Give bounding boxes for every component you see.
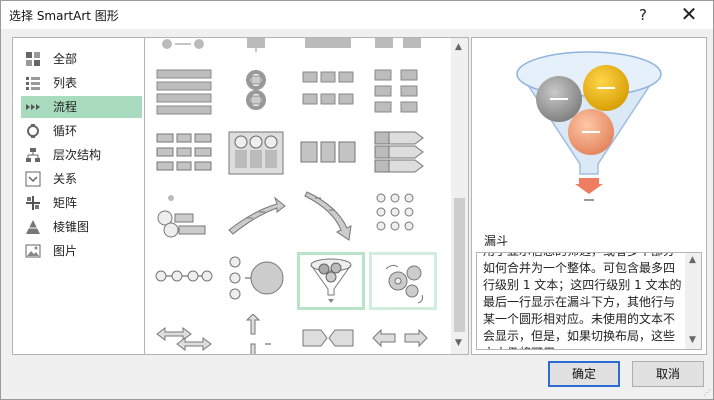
category-label: 层次结构	[53, 148, 102, 162]
picture-icon	[25, 244, 41, 258]
process-icon	[26, 104, 40, 110]
ok-button[interactable]: 确定	[548, 361, 620, 387]
funnel-preview-graphic	[516, 51, 662, 201]
layout-thumb[interactable]	[369, 128, 437, 186]
cycle-icon	[27, 124, 39, 138]
layout-thumb[interactable]	[369, 314, 437, 354]
category-list: 全部 列表 流程 循环 层次结构 关系 矩阵 棱锥图 图片	[12, 37, 145, 355]
matrix-icon	[26, 196, 40, 210]
category-item-list[interactable]: 列表	[21, 72, 142, 94]
smartart-dialog: 选择 SmartArt 图形 ? ✕ 全部 列表 流程 循环 层次结构 关系 矩…	[0, 0, 714, 400]
scrollbar-thumb[interactable]	[454, 198, 465, 332]
layout-thumb[interactable]	[369, 190, 437, 248]
pyramid-icon	[26, 220, 40, 234]
category-label: 循环	[53, 124, 78, 138]
category-label: 图片	[53, 244, 78, 258]
layout-grid	[145, 38, 451, 354]
layout-thumb-funnel-selected[interactable]	[297, 252, 365, 310]
category-label: 矩阵	[53, 196, 78, 210]
cancel-button[interactable]: 取消	[632, 361, 704, 387]
category-item-all[interactable]: 全部	[21, 48, 142, 70]
layout-thumb[interactable]	[297, 128, 365, 186]
category-item-process[interactable]: 流程	[21, 96, 142, 118]
layout-thumb[interactable]	[225, 66, 293, 124]
category-label: 棱锥图	[53, 220, 90, 234]
scroll-down-arrow-icon[interactable]: ▼	[455, 338, 462, 348]
layout-thumb[interactable]	[369, 38, 437, 58]
layout-thumb[interactable]	[297, 66, 365, 124]
resize-grip-icon[interactable]: ⋰	[703, 388, 711, 397]
hierarchy-icon	[26, 148, 40, 162]
layout-thumb[interactable]	[153, 38, 221, 58]
category-label: 全部	[53, 52, 78, 66]
category-item-relationship[interactable]: 关系	[21, 168, 142, 190]
category-item-picture[interactable]: 图片	[21, 240, 142, 262]
layout-thumb[interactable]	[297, 314, 365, 354]
layout-thumb[interactable]	[225, 190, 293, 248]
description-text: 用于显示信息的筛选，或者多个部分如何合并为一个整体。可包含最多四行级别 1 文本…	[483, 253, 682, 349]
category-item-matrix[interactable]: 矩阵	[21, 192, 142, 214]
category-item-hierarchy[interactable]: 层次结构	[21, 144, 142, 166]
category-item-pyramid[interactable]: 棱锥图	[21, 216, 142, 238]
layout-thumb[interactable]	[297, 38, 365, 58]
gallery-scrollbar[interactable]: ▲ ▼	[451, 38, 468, 354]
category-label: 关系	[53, 172, 78, 186]
dialog-title: 选择 SmartArt 图形	[9, 9, 119, 23]
category-label: 列表	[53, 76, 78, 90]
preview-title: 漏斗	[484, 234, 509, 248]
layout-thumb[interactable]	[297, 190, 365, 248]
scroll-up-arrow-icon[interactable]: ▲	[689, 255, 696, 265]
description-scrollbar[interactable]: ▲ ▼	[685, 253, 701, 349]
title-bar: 选择 SmartArt 图形 ? ✕	[1, 1, 713, 29]
layout-gallery: ▲ ▼	[144, 37, 469, 355]
scroll-up-arrow-icon[interactable]: ▲	[455, 42, 462, 52]
layout-thumb[interactable]	[225, 252, 293, 310]
layout-thumb[interactable]	[225, 38, 293, 58]
preview-panel: 漏斗 用于显示信息的筛选，或者多个部分如何合并为一个整体。可包含最多四行级别 1…	[471, 37, 707, 355]
relationship-icon	[25, 171, 41, 187]
all-grid-icon	[26, 52, 40, 66]
close-button[interactable]: ✕	[674, 3, 704, 27]
layout-thumb[interactable]	[369, 66, 437, 124]
down-arrow-icon	[575, 178, 603, 194]
layout-thumb[interactable]	[153, 128, 221, 186]
list-icon	[26, 77, 40, 90]
layout-thumb-gears[interactable]	[369, 252, 437, 310]
scroll-down-arrow-icon[interactable]: ▼	[689, 335, 696, 345]
help-button[interactable]: ?	[628, 3, 658, 27]
category-label: 流程	[53, 100, 78, 114]
category-item-cycle[interactable]: 循环	[21, 120, 142, 142]
layout-thumb[interactable]	[153, 190, 221, 248]
layout-thumb[interactable]	[225, 313, 293, 354]
layout-thumb[interactable]	[225, 128, 293, 186]
layout-thumb[interactable]	[153, 314, 221, 354]
description-box[interactable]: 用于显示信息的筛选，或者多个部分如何合并为一个整体。可包含最多四行级别 1 文本…	[476, 252, 702, 350]
layout-thumb[interactable]	[153, 66, 221, 124]
layout-thumb[interactable]	[153, 252, 221, 310]
